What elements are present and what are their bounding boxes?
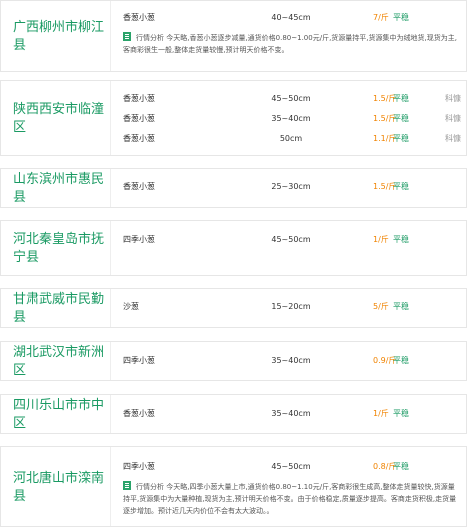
price-row: 四季小葱 45~50cm 0.8/斤 平稳 — [111, 457, 466, 477]
price-row: 香葱小葱 35~40cm 1/斤 平稳 — [111, 404, 466, 424]
product-name: 四季小葱 — [123, 462, 155, 471]
product-name: 香葱小葱 — [123, 94, 155, 103]
product-spec: 45~50cm — [271, 94, 311, 103]
price-value: 5/斤 — [373, 302, 389, 311]
market-card: 陕西西安市临潼区 香葱小葱 45~50cm 1.5/斤 平稳 科慷 香葱小葱 3… — [0, 80, 467, 156]
price-value: 1/斤 — [373, 235, 389, 244]
trend-label: 平稳 — [393, 356, 409, 365]
price-row: 香葱小葱 45~50cm 1.5/斤 平稳 科慷 — [111, 89, 466, 109]
product-name: 香葱小葱 — [123, 13, 155, 22]
product-spec: 35~40cm — [271, 409, 311, 418]
price-row: 香葱小葱 50cm 1.1/斤 平稳 科慷 — [111, 129, 466, 149]
product-name: 四季小葱 — [123, 356, 155, 365]
trend-label: 平稳 — [393, 94, 409, 103]
price-row: 四季小葱 45~50cm 1/斤 平稳 — [111, 230, 466, 250]
trend-label: 平稳 — [393, 114, 409, 123]
region-name[interactable]: 甘肃武威市民勤县 — [1, 289, 111, 327]
market-card: 山东滨州市惠民县 香葱小葱 25~30cm 1.5/斤 平稳 — [0, 168, 467, 208]
product-name: 四季小葱 — [123, 235, 155, 244]
product-spec: 15~20cm — [271, 302, 311, 311]
price-row: 四季小葱 35~40cm 0.9/斤 平稳 — [111, 351, 466, 371]
market-card: 河北唐山市滦南县 四季小葱 45~50cm 0.8/斤 平稳 行情分析 今天略,… — [0, 446, 467, 527]
region-name[interactable]: 湖北武汉市新洲区 — [1, 342, 111, 380]
trend-label: 平稳 — [393, 134, 409, 143]
market-card: 四川乐山市市中区 香葱小葱 35~40cm 1/斤 平稳 — [0, 394, 467, 434]
trend-label: 平稳 — [393, 235, 409, 244]
source-tag: 科慷 — [445, 114, 461, 123]
source-tag: 科慷 — [445, 94, 461, 103]
product-name: 沙葱 — [123, 302, 139, 311]
price-row: 香葱小葱 40~45cm 7/斤 平稳 — [111, 8, 466, 28]
market-card: 河北秦皇岛市抚宁县 四季小葱 45~50cm 1/斤 平稳 — [0, 220, 467, 276]
product-spec: 45~50cm — [271, 462, 311, 471]
price-row: 香葱小葱 35~40cm 1.5/斤 平稳 科慷 — [111, 109, 466, 129]
product-spec: 25~30cm — [271, 182, 311, 191]
trend-label: 平稳 — [393, 182, 409, 191]
product-name: 香葱小葱 — [123, 409, 155, 418]
product-name: 香葱小葱 — [123, 114, 155, 123]
price-row: 香葱小葱 25~30cm 1.5/斤 平稳 — [111, 177, 466, 197]
trend-label: 平稳 — [393, 302, 409, 311]
note-icon — [123, 32, 131, 41]
market-card: 湖北武汉市新洲区 四季小葱 35~40cm 0.9/斤 平稳 — [0, 341, 467, 381]
region-name[interactable]: 山东滨州市惠民县 — [1, 169, 111, 207]
trend-label: 平稳 — [393, 409, 409, 418]
product-spec: 50cm — [279, 134, 303, 143]
trend-label: 平稳 — [393, 462, 409, 471]
market-card: 广西柳州市柳江县 香葱小葱 40~45cm 7/斤 平稳 行情分析 今天略,香葱… — [0, 0, 467, 72]
region-name[interactable]: 广西柳州市柳江县 — [1, 1, 111, 71]
market-card: 甘肃武威市民勤县 沙葱 15~20cm 5/斤 平稳 — [0, 288, 467, 328]
region-name[interactable]: 陕西西安市临潼区 — [1, 81, 111, 155]
market-analysis-text: 行情分析 今天略,四季小葱大量上市,通货价格0.80~1.10元/斤,客商彩很生… — [123, 483, 457, 515]
market-analysis: 行情分析 今天略,四季小葱大量上市,通货价格0.80~1.10元/斤,客商彩很生… — [123, 481, 458, 517]
region-name[interactable]: 四川乐山市市中区 — [1, 395, 111, 433]
product-name: 香葱小葱 — [123, 134, 155, 143]
region-name[interactable]: 河北秦皇岛市抚宁县 — [1, 221, 111, 275]
market-list: 广西柳州市柳江县 香葱小葱 40~45cm 7/斤 平稳 行情分析 今天略,香葱… — [0, 0, 469, 527]
market-analysis-text: 行情分析 今天略,香葱小葱逐步减量,通货价格0.80~1.00元/斤,货源量持平… — [123, 34, 457, 54]
product-spec: 40~45cm — [271, 13, 311, 22]
market-analysis: 行情分析 今天略,香葱小葱逐步减量,通货价格0.80~1.00元/斤,货源量持平… — [123, 32, 458, 56]
price-value: 1/斤 — [373, 409, 389, 418]
price-row: 沙葱 15~20cm 5/斤 平稳 — [111, 297, 466, 317]
source-tag: 科慷 — [445, 134, 461, 143]
price-value: 7/斤 — [373, 13, 389, 22]
product-spec: 45~50cm — [271, 235, 311, 244]
trend-label: 平稳 — [393, 13, 409, 22]
product-spec: 35~40cm — [271, 356, 311, 365]
product-name: 香葱小葱 — [123, 182, 155, 191]
note-icon — [123, 481, 131, 490]
product-spec: 35~40cm — [271, 114, 311, 123]
region-name[interactable]: 河北唐山市滦南县 — [1, 447, 111, 526]
